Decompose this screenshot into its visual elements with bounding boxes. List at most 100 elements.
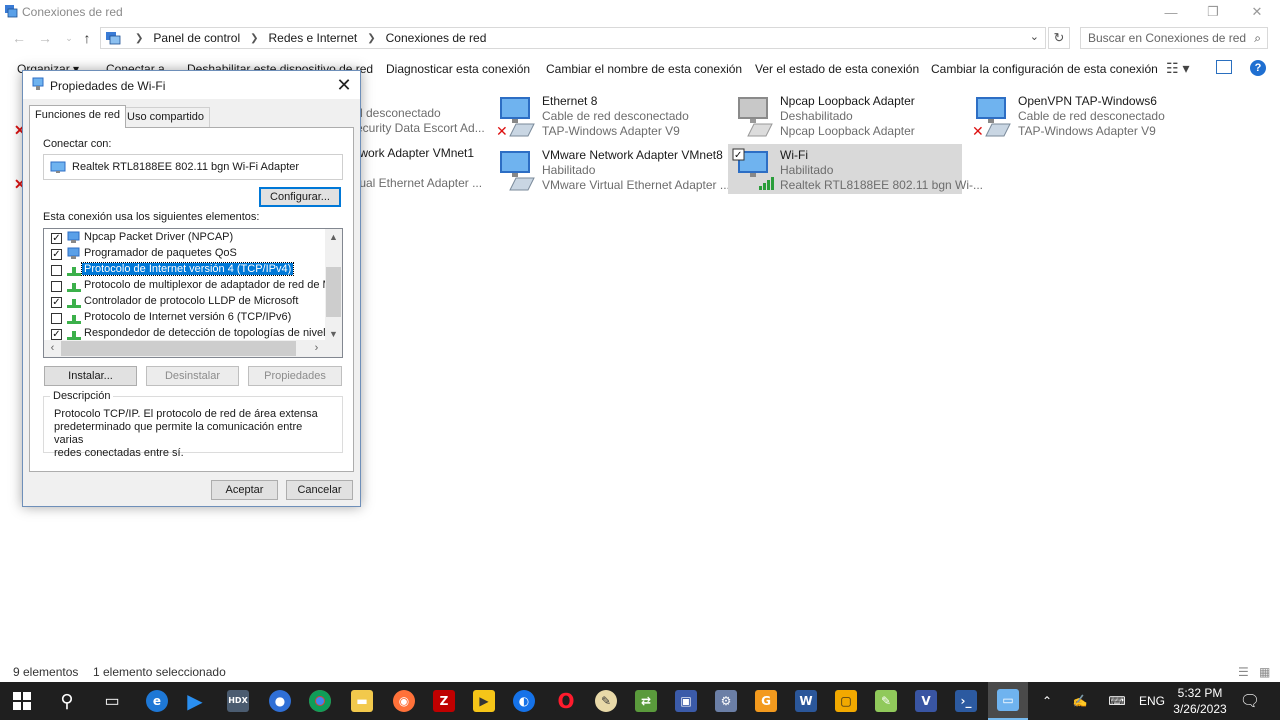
browser-blue-icon[interactable]: ◐ [504,682,544,720]
properties-button[interactable]: Propiedades [248,366,342,386]
scroll-up-icon[interactable]: ▲ [325,229,342,245]
view-options-icon[interactable]: ☷ ▾ [1166,60,1189,77]
component-row[interactable]: Protocolo de multiplexor de adaptador de… [44,278,342,294]
component-checkbox[interactable]: ✓ [51,249,62,260]
close-window-button[interactable]: ✕ [1234,0,1280,24]
component-checkbox[interactable]: ✓ [51,233,62,244]
window-title: Conexiones de red [22,5,123,19]
network-protocol-icon [67,315,81,324]
change-settings-button[interactable]: Cambiar la configuración de esta conexió… [931,62,1158,76]
component-checkbox[interactable] [51,281,62,292]
orange-app-icon[interactable]: G [746,682,786,720]
details-view-icon[interactable]: ☰ [1238,665,1249,679]
tray-overflow-icon[interactable]: ⌃ [1036,682,1058,720]
component-row[interactable]: Protocolo de Internet versión 6 (TCP/IPv… [44,310,326,326]
notepadpp-icon[interactable]: ✎ [866,682,906,720]
clock[interactable]: 5:32 PM 3/26/2023 [1164,685,1236,717]
hdx-icon[interactable]: HDX [218,682,258,720]
adapter-npcap-loopback[interactable]: Npcap Loopback Adapter Deshabilitado Npc… [728,90,962,140]
breadcrumb-networks[interactable]: Redes e Internet [269,31,358,45]
component-row[interactable]: Protocolo de Internet versión 4 (TCP/IPv… [44,262,326,278]
visio-icon[interactable]: V [906,682,946,720]
large-icons-view-icon[interactable]: ▦ [1259,665,1270,679]
help-icon[interactable]: ? [1250,60,1266,76]
tab-sharing[interactable]: Uso compartido [121,107,211,127]
adapter-partial-status[interactable]: d desconectado [356,106,441,120]
list-horizontal-scrollbar[interactable]: ‹ › [44,340,342,357]
task-view-icon[interactable]: ▭ [92,682,132,720]
filezilla-icon[interactable]: Z [424,682,464,720]
file-explorer-icon[interactable]: ▬ [342,682,382,720]
cancel-button[interactable]: Cancelar [286,480,353,500]
opera-icon[interactable]: O [546,682,586,720]
chrome-icon[interactable] [300,682,340,720]
language-indicator[interactable]: ENG [1138,682,1166,720]
refresh-button[interactable]: ↻ [1048,27,1070,49]
notifications-icon[interactable]: 🗨 [1238,682,1262,720]
network-connections-task-icon[interactable]: ▭ [988,682,1028,720]
scroll-right-icon[interactable]: › [308,340,325,357]
address-bar[interactable]: ❯ Panel de control ❯ Redes e Internet ❯ … [100,27,1046,49]
component-checkbox[interactable]: ✓ [51,329,62,340]
settings-app-icon[interactable]: ⚙ [706,682,746,720]
component-row[interactable]: ✓ Npcap Packet Driver (NPCAP) [44,230,326,246]
address-dropdown-icon[interactable]: ⌄ [1030,30,1039,43]
word-icon[interactable]: W [786,682,826,720]
adapter-ethernet-8[interactable]: ✕ Ethernet 8 Cable de red desconectado T… [490,90,724,140]
back-icon[interactable]: ← [8,28,30,48]
powershell-icon[interactable]: ›_ [946,682,986,720]
pen-icon[interactable]: ✍ [1068,682,1092,720]
svg-text:✕: ✕ [972,124,984,138]
components-list[interactable]: ✓ Npcap Packet Driver (NPCAP) ✓ Programador… [43,228,343,358]
player-app-icon[interactable]: ▶ [464,682,504,720]
media-player-icon[interactable]: ▶ [175,682,215,720]
network-protocol-icon [67,267,81,276]
view-status-button[interactable]: Ver el estado de esta conexión [755,62,919,76]
breadcrumb-network-connections[interactable]: Conexiones de red [386,31,487,45]
utility-icon[interactable]: ✎ [586,682,626,720]
adapter-openvpn[interactable]: ✕ OpenVPN TAP-Windows6 Cable de red desc… [966,90,1200,140]
component-checkbox[interactable] [51,313,62,324]
adapter-partial-device[interactable]: ecurity Data Escort Ad... [356,121,485,135]
code-tool-icon[interactable]: ▢ [826,682,866,720]
adapter-partial-name[interactable]: twork Adapter VMnet1 [356,146,474,160]
tab-networking[interactable]: Funciones de red [29,105,126,128]
search-input[interactable]: Buscar en Conexiones de red ⌕ [1080,27,1268,49]
scroll-thumb[interactable] [61,341,296,356]
restore-button[interactable]: ❐ [1190,0,1236,24]
adapter-partial-device[interactable]: tual Ethernet Adapter ... [356,176,482,190]
adapter-vmnet8[interactable]: VMware Network Adapter VMnet8 Habilitado… [490,144,730,194]
component-checkbox[interactable]: ✓ [51,297,62,308]
preview-pane-icon[interactable] [1216,60,1232,74]
chat-app-icon[interactable]: ● [260,682,300,720]
networking-panel: Conectar con: Realtek RTL8188EE 802.11 b… [29,127,354,472]
save-app-icon[interactable]: ▣ [666,682,706,720]
diagnose-button[interactable]: Diagnosticar esta conexión [386,62,530,76]
scroll-left-icon[interactable]: ‹ [44,340,61,357]
edge-icon[interactable]: e [137,682,177,720]
component-checkbox[interactable] [51,265,62,276]
forward-icon[interactable]: → [34,28,56,48]
start-button[interactable] [2,682,42,720]
svg-text:✕: ✕ [496,124,508,138]
scroll-thumb[interactable] [326,267,341,317]
firefox-icon[interactable]: ◉ [384,682,424,720]
component-row[interactable]: ✓ Programador de paquetes QoS [44,246,326,262]
status-bar: 9 elementos 1 elemento seleccionado ☰ ▦ [0,662,1280,682]
configure-button[interactable]: Configurar... [259,187,341,207]
search-taskbar-icon[interactable]: ⚲ [47,682,87,720]
install-button[interactable]: Instalar... [44,366,137,386]
network-tool-icon[interactable]: ⇄ [626,682,666,720]
ok-button[interactable]: Aceptar [211,480,278,500]
breadcrumb-control-panel[interactable]: Panel de control [153,31,240,45]
component-row[interactable]: ✓ Controlador de protocolo LLDP de Micros… [44,294,326,310]
up-icon[interactable]: ↑ [76,28,98,48]
minimize-button[interactable]: — [1148,0,1194,24]
adapter-name: Ethernet 8 [542,94,598,108]
keyboard-icon[interactable]: ⌨ [1104,682,1130,720]
dialog-close-button[interactable]: ✕ [332,73,356,97]
rename-button[interactable]: Cambiar el nombre de esta conexión [546,62,742,76]
uninstall-button[interactable]: Desinstalar [146,366,239,386]
adapter-wifi[interactable]: ✓ Wi-Fi Habilitado Realtek RTL8188EE 802… [728,144,983,194]
list-vertical-scrollbar[interactable]: ▲ ▼ [325,229,342,342]
